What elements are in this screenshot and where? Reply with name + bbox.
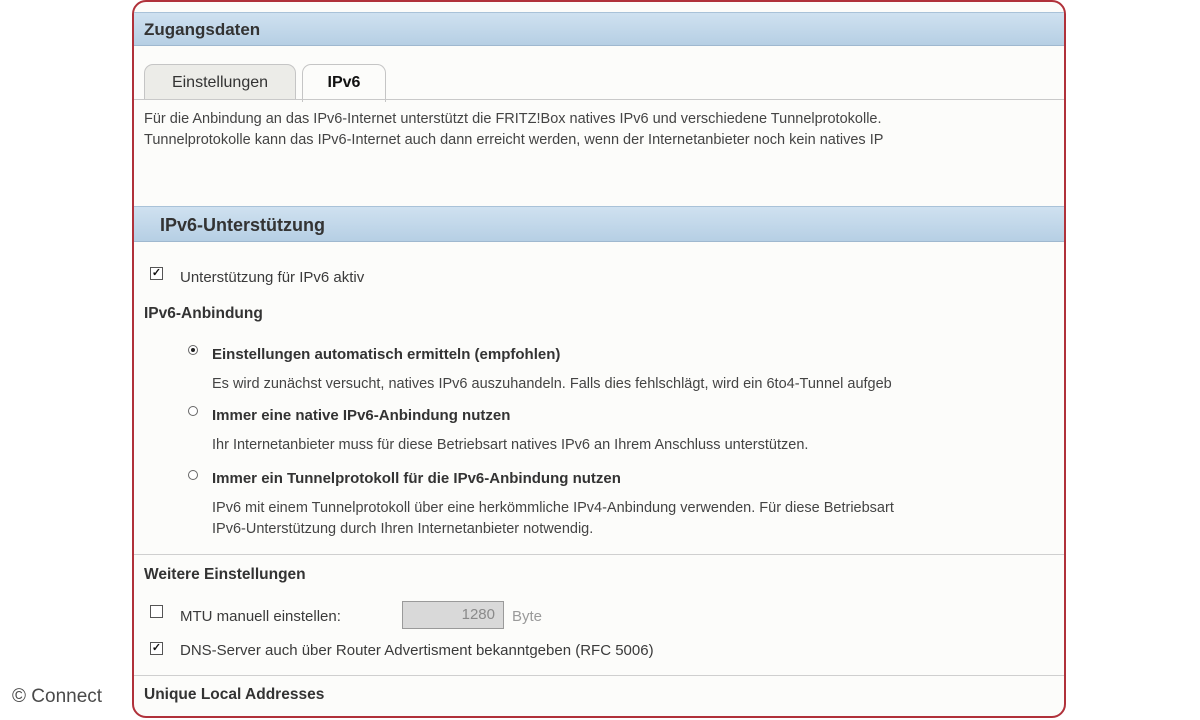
section-header-ipv6-support: IPv6-Unterstützung bbox=[134, 206, 1064, 242]
mtu-label: MTU manuell einstellen: bbox=[180, 608, 341, 625]
radio-tunnel-label: Immer ein Tunnelprotokoll für die IPv6-A… bbox=[212, 470, 621, 487]
intro-line-1: Für die Anbindung an das IPv6-Internet u… bbox=[144, 111, 882, 127]
page-title: Zugangsdaten bbox=[144, 20, 261, 39]
intro-text: Für die Anbindung an das IPv6-Internet u… bbox=[144, 109, 1064, 151]
mtu-checkbox[interactable] bbox=[150, 605, 163, 618]
radio-auto-label: Einstellungen automatisch ermitteln (emp… bbox=[212, 346, 561, 363]
divider bbox=[134, 554, 1064, 555]
radio-tunnel-desc-2: IPv6-Unterstützung durch Ihren Interneta… bbox=[212, 521, 594, 537]
copyright-watermark: © Connect bbox=[12, 686, 103, 707]
weitere-einstellungen-heading: Weitere Einstellungen bbox=[144, 566, 306, 583]
tab-ipv6[interactable]: IPv6 bbox=[302, 64, 386, 102]
ipv6-support-label: Unterstützung für IPv6 aktiv bbox=[180, 269, 365, 286]
ula-heading: Unique Local Addresses bbox=[144, 686, 325, 703]
tab-divider bbox=[134, 99, 1064, 100]
mtu-input[interactable]: 1280 bbox=[402, 601, 504, 629]
intro-line-2: Tunnelprotokolle kann das IPv6-Internet … bbox=[144, 132, 884, 148]
divider bbox=[134, 675, 1064, 676]
radio-native-label: Immer eine native IPv6-Anbindung nutzen bbox=[212, 407, 511, 424]
radio-auto[interactable] bbox=[188, 345, 198, 355]
radio-native-desc: Ihr Internetanbieter muss für diese Betr… bbox=[212, 437, 809, 453]
radio-tunnel-desc-1: IPv6 mit einem Tunnelprotokoll über eine… bbox=[212, 500, 894, 516]
tab-einstellungen[interactable]: Einstellungen bbox=[144, 64, 296, 100]
radio-native[interactable] bbox=[188, 406, 198, 416]
settings-panel: Zugangsdaten Einstellungen IPv6 Für die … bbox=[132, 0, 1066, 718]
mtu-unit: Byte bbox=[512, 608, 543, 625]
radio-auto-desc: Es wird zunächst versucht, natives IPv6 … bbox=[212, 376, 892, 392]
radio-tunnel[interactable] bbox=[188, 470, 198, 480]
section-title: IPv6-Unterstützung bbox=[160, 215, 326, 235]
ipv6-support-checkbox[interactable]: ✓ bbox=[150, 267, 163, 280]
dns-label: DNS-Server auch über Router Advertisment… bbox=[180, 642, 654, 659]
dns-checkbox[interactable]: ✓ bbox=[150, 642, 163, 655]
ipv6-anbindung-heading: IPv6-Anbindung bbox=[144, 305, 263, 322]
page-header: Zugangsdaten bbox=[134, 12, 1064, 46]
